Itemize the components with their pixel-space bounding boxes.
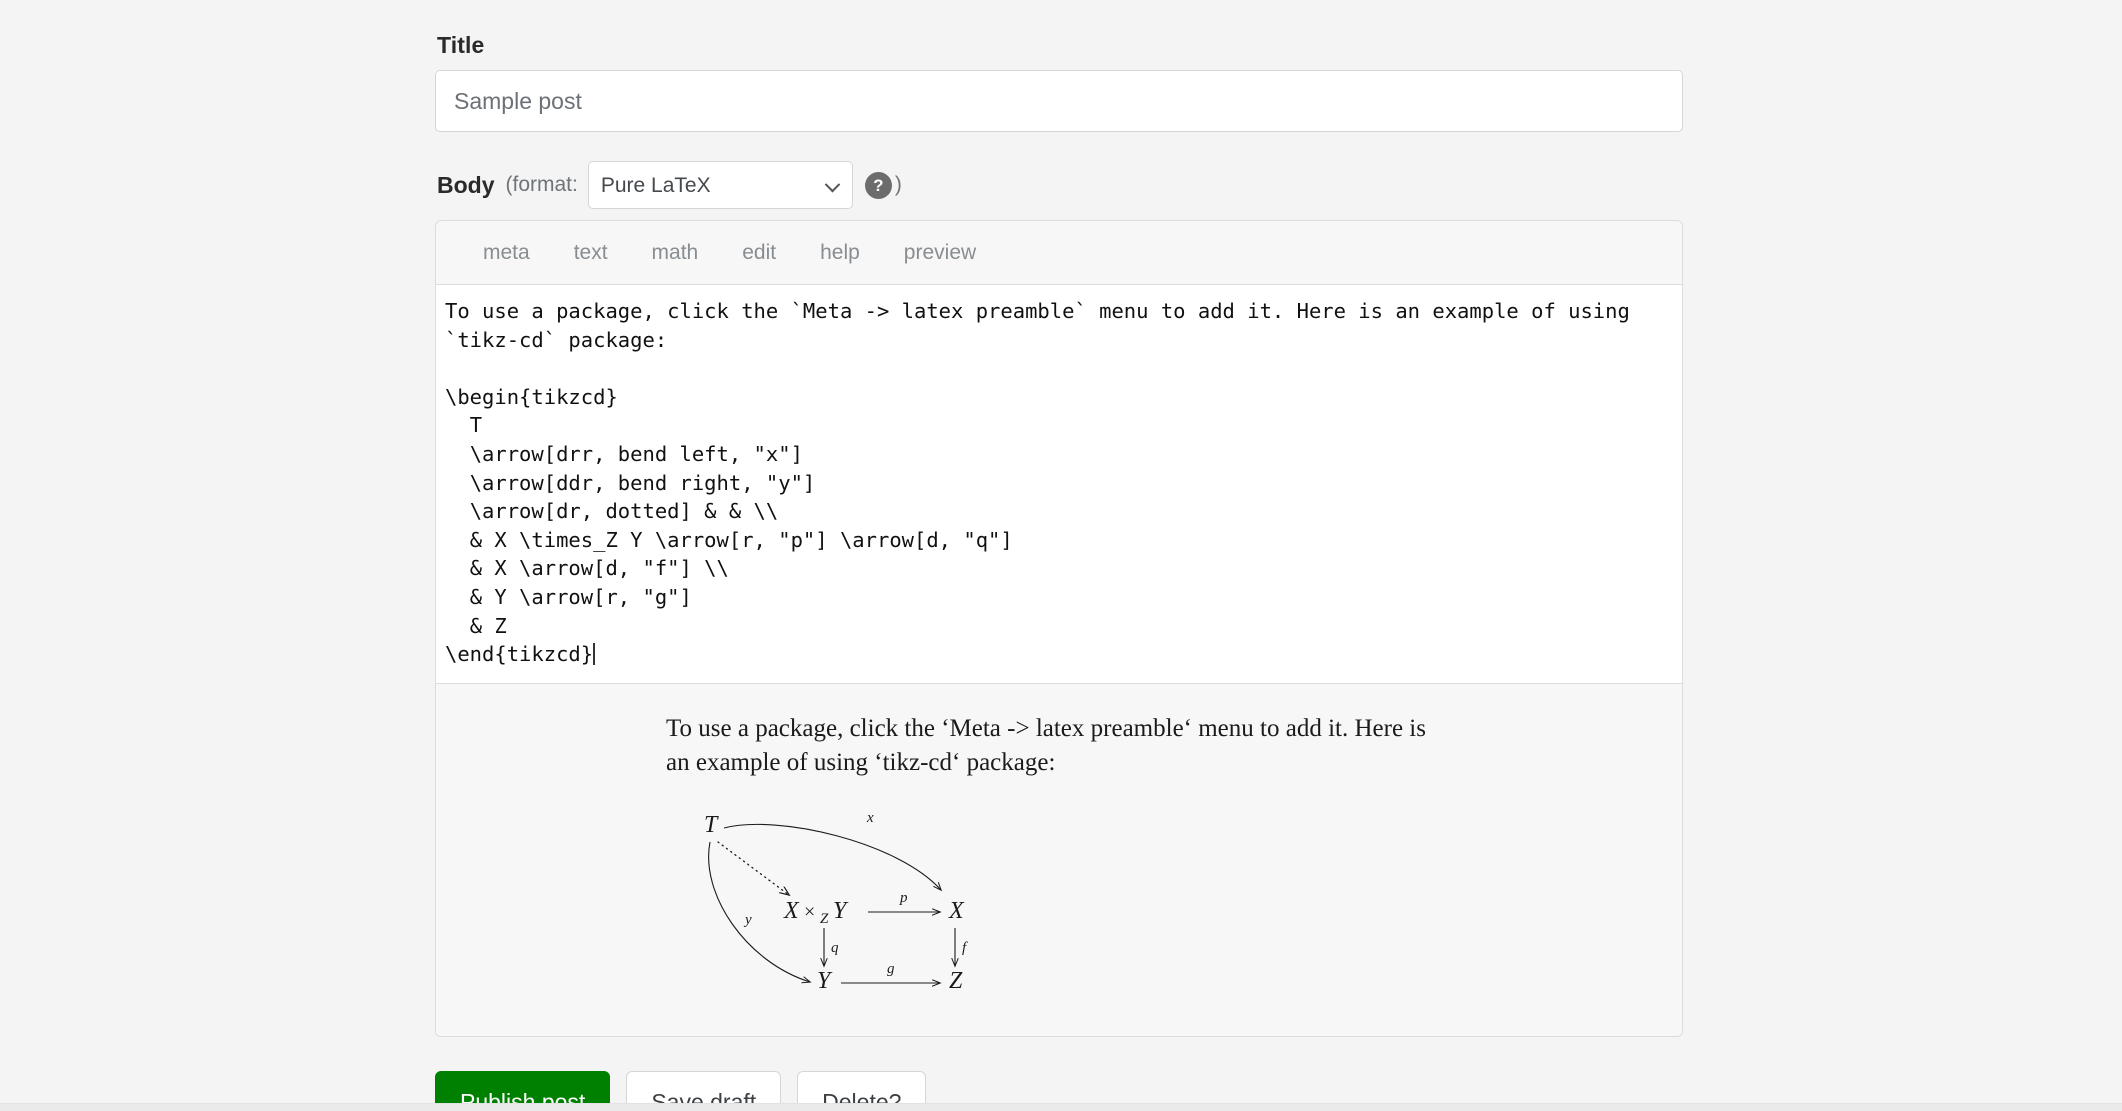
format-select-wrapper[interactable]: Pure LaTeX	[578, 161, 853, 209]
page-root: Title Body (format: Pure LaTeX ? ) meta …	[0, 0, 2122, 1111]
diagram-node-X: X	[948, 898, 965, 924]
title-label: Title	[437, 32, 485, 58]
post-editor-form: Title Body (format: Pure LaTeX ? ) meta …	[435, 0, 1683, 1111]
question-mark-icon[interactable]: ?	[864, 171, 892, 199]
diagram-node-Y: Y	[817, 968, 833, 994]
tab-meta[interactable]: meta	[461, 235, 552, 271]
text-cursor	[593, 643, 596, 666]
diagram-arrow-label-f: f	[962, 940, 968, 956]
body-code-editor[interactable]: To use a package, click the `Meta -> lat…	[436, 285, 1682, 684]
diagram-node-Z: Z	[949, 968, 963, 994]
tab-edit[interactable]: edit	[720, 235, 798, 271]
diagram-arrow-label-x: x	[866, 810, 874, 826]
diagram-node-T: T	[704, 812, 719, 838]
diagram-arrow-x	[723, 823, 941, 890]
svg-text:×: ×	[804, 901, 815, 923]
body-code-text: To use a package, click the `Meta -> lat…	[445, 299, 1630, 667]
commutative-diagram: T X × Z Y X Y Z x y p q f g	[668, 802, 998, 1002]
diagram-arrow-dotted	[717, 841, 789, 895]
footer-band	[0, 1103, 2122, 1111]
editor-tabbar: meta text math edit help preview	[436, 221, 1682, 285]
diagram-arrow-label-y: y	[743, 912, 752, 928]
body-label: Body	[437, 171, 495, 198]
format-select[interactable]: Pure LaTeX	[587, 161, 853, 209]
body-editor-card: meta text math edit help preview To use …	[435, 220, 1683, 1037]
title-input[interactable]	[435, 70, 1683, 132]
svg-text:Y: Y	[833, 898, 849, 924]
body-preview-pane: To use a package, click the ‘Meta -> lat…	[436, 683, 1682, 1036]
preview-paragraph: To use a package, click the ‘Meta -> lat…	[666, 714, 1426, 776]
tab-math[interactable]: math	[630, 235, 721, 271]
format-prefix-label: (format:	[505, 173, 578, 196]
diagram-arrow-label-q: q	[831, 940, 839, 956]
svg-text:X: X	[783, 898, 800, 924]
tab-help[interactable]: help	[798, 235, 882, 271]
diagram-arrow-label-p: p	[899, 890, 908, 906]
format-suffix-label: )	[894, 173, 902, 196]
body-format-row: Body (format: Pure LaTeX ? )	[437, 161, 1683, 209]
diagram-node-XtimesZY: X × Z Y	[783, 898, 849, 927]
commutative-diagram-svg: T X × Z Y X Y Z x y p q f g	[704, 810, 968, 994]
svg-text:Z: Z	[820, 911, 829, 927]
diagram-arrow-label-g: g	[887, 961, 895, 977]
tab-preview[interactable]: preview	[882, 235, 998, 271]
tab-text[interactable]: text	[552, 235, 630, 271]
